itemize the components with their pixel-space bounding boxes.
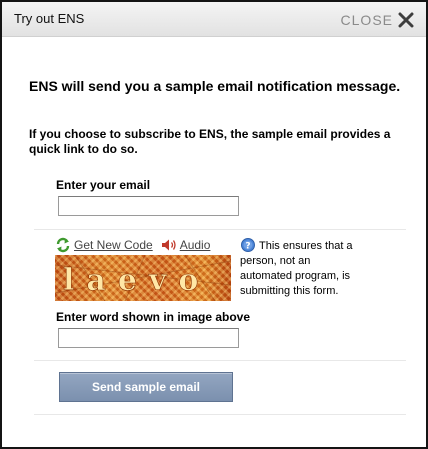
footer-divider [34, 414, 406, 415]
get-new-code-link[interactable]: Get New Code [55, 237, 153, 253]
ens-trial-dialog: Try out ENS CLOSE ENS will send you a sa… [0, 0, 428, 449]
close-icon [398, 12, 414, 28]
close-label: CLOSE [340, 12, 393, 28]
captcha-word-input[interactable] [58, 328, 239, 348]
intro-text: If you choose to subscribe to ENS, the s… [29, 127, 391, 156]
get-new-code-label[interactable]: Get New Code [74, 238, 153, 252]
email-label: Enter your email [56, 178, 151, 192]
captcha-image: laevo [55, 255, 231, 301]
close-button[interactable]: CLOSE [341, 9, 414, 31]
captcha-word-text: laevo [63, 263, 210, 298]
dialog-heading: ENS will send you a sample email notific… [29, 78, 401, 94]
section-divider [34, 229, 406, 230]
speaker-icon [161, 239, 176, 251]
dialog-titlebar: Try out ENS CLOSE [2, 2, 426, 37]
dialog-title: Try out ENS [14, 11, 85, 26]
email-input[interactable] [58, 196, 239, 216]
audio-label[interactable]: Audio [180, 238, 211, 252]
captcha-word-graphic: laevo [55, 255, 231, 301]
form-divider [34, 360, 406, 361]
captcha-controls: Get New Code Audio [55, 236, 210, 254]
refresh-icon [56, 237, 70, 253]
captcha-word-label: Enter word shown in image above [56, 310, 251, 324]
captcha-info-text: This ensures that a person, not an autom… [240, 240, 353, 297]
send-sample-email-button[interactable]: Send sample email [59, 372, 233, 402]
audio-link[interactable]: Audio [161, 237, 211, 253]
